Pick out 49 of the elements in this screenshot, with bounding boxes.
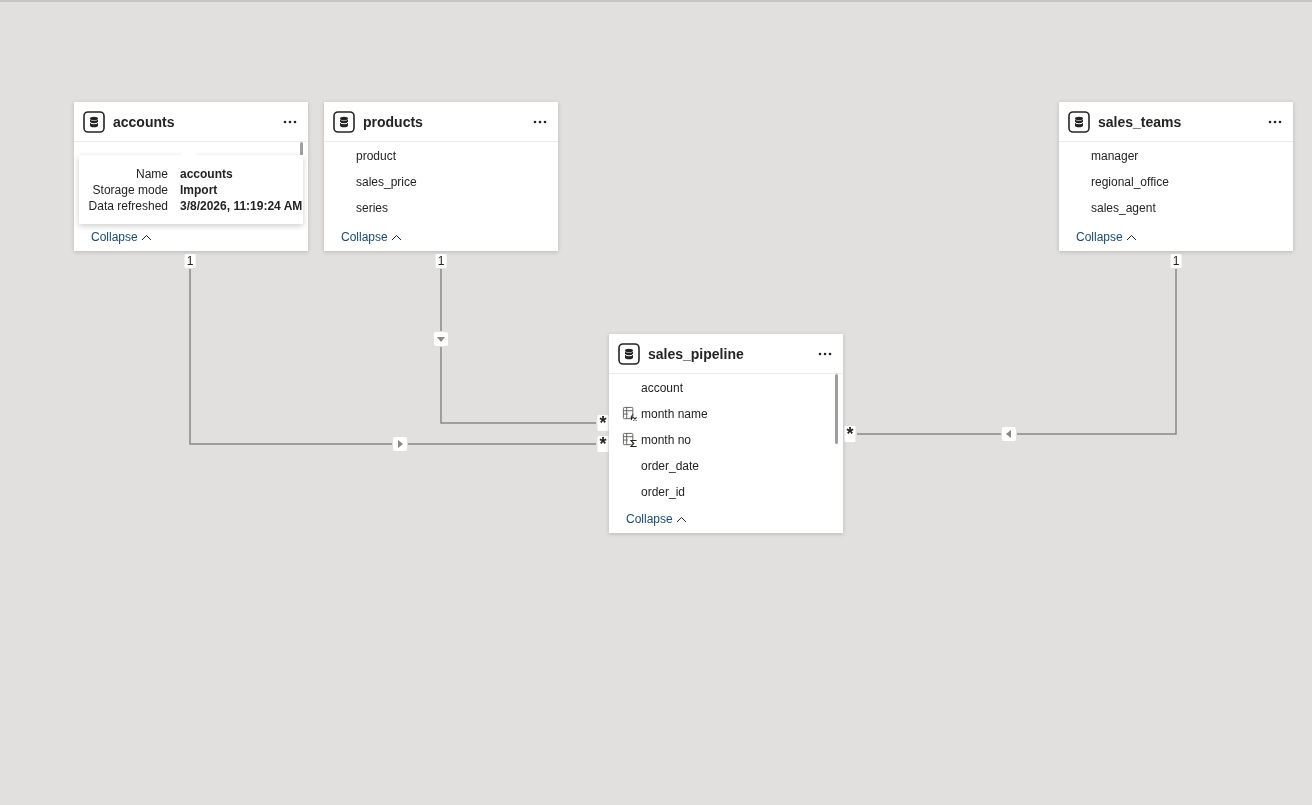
field-item[interactable]: order_date bbox=[609, 453, 843, 479]
chevron-up-icon bbox=[675, 515, 687, 523]
table-icon bbox=[1068, 110, 1090, 133]
table-card[interactable]: sales_teams manager regional_office sales_agent Collapse bbox=[1059, 102, 1293, 251]
field-item[interactable]: account bbox=[609, 375, 843, 401]
collapse-button[interactable]: Collapse bbox=[622, 507, 691, 531]
field-item[interactable]: month name bbox=[609, 401, 843, 427]
field-item[interactable]: series bbox=[324, 195, 558, 221]
tooltip-label: Name bbox=[135, 166, 168, 181]
relationship-line[interactable] bbox=[189, 268, 393, 445]
chevron-up-icon bbox=[390, 233, 402, 241]
relationship-line[interactable] bbox=[440, 346, 597, 424]
collapse-button[interactable]: Collapse bbox=[87, 225, 156, 249]
tooltip-value: 3/8/2026, 11:19:24 AM bbox=[180, 198, 303, 213]
chevron-up-icon bbox=[140, 233, 152, 241]
table-sigma-icon bbox=[622, 432, 638, 448]
relationship-line[interactable] bbox=[440, 268, 442, 332]
collapse-button[interactable]: Collapse bbox=[337, 225, 406, 249]
cardinality-label: * bbox=[597, 436, 609, 452]
chevron-up-icon bbox=[1125, 233, 1137, 241]
tooltip-value: accounts bbox=[180, 166, 234, 181]
table-icon bbox=[333, 110, 355, 133]
table-name: sales_teams bbox=[1098, 113, 1183, 130]
field-item[interactable]: month no bbox=[609, 427, 843, 453]
cardinality-label: * bbox=[597, 415, 609, 431]
collapse-button[interactable]: Collapse bbox=[1072, 225, 1141, 249]
table-icon bbox=[83, 110, 105, 133]
tooltip-label: Data refreshed bbox=[87, 198, 168, 213]
field-item[interactable]: sales_agent bbox=[1059, 195, 1293, 221]
field-item[interactable]: order_id bbox=[609, 479, 843, 505]
table-icon bbox=[618, 342, 640, 365]
table-card[interactable]: products product sales_price series Collapse bbox=[324, 102, 558, 251]
field-item[interactable]: manager bbox=[1059, 143, 1293, 169]
cardinality-label: 1 bbox=[184, 254, 196, 268]
table-card[interactable]: sales_pipeline account month name month no order_date order_id Collapse bbox=[609, 334, 843, 533]
cardinality-label: * bbox=[844, 426, 856, 442]
table-name: accounts bbox=[113, 113, 176, 130]
tooltip-label: Storage mode bbox=[91, 182, 168, 197]
cardinality-label: 1 bbox=[1170, 254, 1182, 268]
table-name: products bbox=[363, 113, 424, 130]
relationship-line[interactable] bbox=[1016, 268, 1177, 435]
tooltip-value: Import bbox=[180, 182, 219, 197]
scrollbar[interactable] bbox=[835, 374, 838, 444]
field-item[interactable]: product bbox=[324, 143, 558, 169]
table-function-icon bbox=[622, 406, 638, 422]
field-item[interactable]: sales_price bbox=[324, 169, 558, 195]
field-item[interactable]: regional_office bbox=[1059, 169, 1293, 195]
table-name: sales_pipeline bbox=[648, 345, 745, 362]
cardinality-label: 1 bbox=[435, 254, 447, 268]
